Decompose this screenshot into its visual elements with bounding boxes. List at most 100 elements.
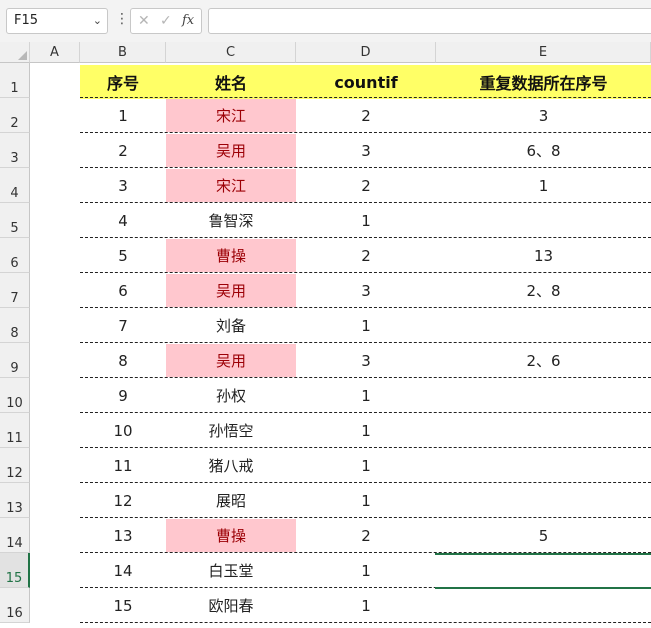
name-box[interactable]: F15 ⌄ xyxy=(6,8,108,34)
cell-countif[interactable]: 1 xyxy=(296,308,436,343)
cell-name[interactable]: 白玉堂 xyxy=(166,553,296,588)
row-header-12[interactable]: 12 xyxy=(0,448,30,483)
header-cell-4[interactable]: 重复数据所在序号 xyxy=(436,65,651,99)
row-header-9[interactable]: 9 xyxy=(0,343,30,378)
cell-countif[interactable]: 3 xyxy=(296,133,436,168)
cell-duplicate-indexes[interactable] xyxy=(436,378,651,413)
row-header-13[interactable]: 13 xyxy=(0,483,30,518)
cell-name[interactable]: 宋江 xyxy=(166,169,296,202)
cell-countif[interactable]: 1 xyxy=(296,483,436,518)
cell-duplicate-indexes[interactable]: 1 xyxy=(436,168,651,203)
cell-countif[interactable]: 2 xyxy=(296,518,436,553)
formula-input[interactable] xyxy=(208,8,651,34)
cell-duplicate-indexes[interactable]: 2、8 xyxy=(436,273,651,308)
cell-name[interactable]: 孙悟空 xyxy=(166,413,296,448)
cell-countif[interactable]: 2 xyxy=(296,238,436,273)
header-cell-3[interactable]: countif xyxy=(296,65,436,99)
cell-index[interactable]: 7 xyxy=(80,308,166,343)
row-header-2[interactable]: 2 xyxy=(0,98,30,133)
column-header-b[interactable]: B xyxy=(80,42,166,63)
cell-countif[interactable]: 1 xyxy=(296,448,436,483)
cell-countif[interactable]: 1 xyxy=(296,588,436,623)
row-header-16[interactable]: 16 xyxy=(0,588,30,623)
cell-countif[interactable]: 2 xyxy=(296,168,436,203)
row-number: 15 xyxy=(5,571,23,586)
cell-index[interactable]: 14 xyxy=(80,553,166,588)
cell-index[interactable]: 9 xyxy=(80,378,166,413)
cell-duplicate-indexes[interactable] xyxy=(436,448,651,483)
cell-name[interactable]: 展昭 xyxy=(166,483,296,518)
active-cell-selection xyxy=(435,553,651,589)
cell-name[interactable]: 猪八戒 xyxy=(166,448,296,483)
cell-countif[interactable]: 3 xyxy=(296,273,436,308)
cell-duplicate-indexes[interactable] xyxy=(436,308,651,343)
cell-index[interactable]: 8 xyxy=(80,343,166,378)
row-header-4[interactable]: 4 xyxy=(0,168,30,203)
cell-index[interactable]: 12 xyxy=(80,483,166,518)
row-border xyxy=(80,622,651,623)
row-number: 6 xyxy=(10,256,19,271)
cell-name[interactable]: 吴用 xyxy=(166,274,296,307)
column-header-a[interactable]: A xyxy=(30,42,80,63)
row-header-3[interactable]: 3 xyxy=(0,133,30,168)
header-cell-1[interactable]: 序号 xyxy=(80,65,166,99)
select-all-button[interactable] xyxy=(0,42,30,63)
chevron-down-icon[interactable]: ⌄ xyxy=(93,14,102,27)
row-number: 12 xyxy=(6,466,23,481)
cell-index[interactable]: 13 xyxy=(80,518,166,553)
cell-duplicate-indexes[interactable] xyxy=(436,203,651,238)
cancel-icon[interactable]: ✕ xyxy=(138,13,150,29)
cell-countif[interactable]: 1 xyxy=(296,413,436,448)
row-header-1[interactable]: 1 xyxy=(0,63,30,98)
row-header-11[interactable]: 11 xyxy=(0,413,30,448)
row-header-5[interactable]: 5 xyxy=(0,203,30,238)
row-header-8[interactable]: 8 xyxy=(0,308,30,343)
more-options-icon[interactable]: ⋮ xyxy=(115,11,129,27)
cell-index[interactable]: 1 xyxy=(80,98,166,133)
column-header-e[interactable]: E xyxy=(436,42,651,63)
cell-duplicate-indexes[interactable]: 3 xyxy=(436,98,651,133)
header-cell-2[interactable]: 姓名 xyxy=(166,65,296,99)
column-header-c[interactable]: C xyxy=(166,42,296,63)
cell-duplicate-indexes[interactable]: 13 xyxy=(436,238,651,273)
cell-index[interactable]: 4 xyxy=(80,203,166,238)
cell-name[interactable]: 刘备 xyxy=(166,308,296,343)
column-header-d[interactable]: D xyxy=(296,42,436,63)
cell-countif[interactable]: 1 xyxy=(296,553,436,588)
row-number: 13 xyxy=(6,501,23,516)
cell-index[interactable]: 15 xyxy=(80,588,166,623)
cell-countif[interactable]: 2 xyxy=(296,98,436,133)
cell-countif[interactable]: 3 xyxy=(296,343,436,378)
cell-name[interactable]: 鲁智深 xyxy=(166,203,296,238)
cell-name[interactable]: 吴用 xyxy=(166,344,296,377)
cell-index[interactable]: 10 xyxy=(80,413,166,448)
row-header-7[interactable]: 7 xyxy=(0,273,30,308)
row-header-6[interactable]: 6 xyxy=(0,238,30,273)
row-header-14[interactable]: 14 xyxy=(0,518,30,553)
row-number: 10 xyxy=(6,396,23,411)
cell-duplicate-indexes[interactable]: 5 xyxy=(436,518,651,553)
cell-name[interactable]: 吴用 xyxy=(166,134,296,167)
formula-buttons: ✕ ✓ fx xyxy=(130,8,202,34)
cell-name[interactable]: 宋江 xyxy=(166,99,296,132)
cell-duplicate-indexes[interactable] xyxy=(436,413,651,448)
cell-index[interactable]: 5 xyxy=(80,238,166,273)
insert-function-icon[interactable]: fx xyxy=(182,13,194,28)
row-header-10[interactable]: 10 xyxy=(0,378,30,413)
cell-duplicate-indexes[interactable] xyxy=(436,588,651,623)
cell-index[interactable]: 11 xyxy=(80,448,166,483)
cell-index[interactable]: 3 xyxy=(80,168,166,203)
cell-index[interactable]: 6 xyxy=(80,273,166,308)
cell-name[interactable]: 孙权 xyxy=(166,378,296,413)
cell-duplicate-indexes[interactable]: 6、8 xyxy=(436,133,651,168)
cell-countif[interactable]: 1 xyxy=(296,203,436,238)
cell-name[interactable]: 曹操 xyxy=(166,519,296,552)
cell-name[interactable]: 欧阳春 xyxy=(166,588,296,623)
row-header-15[interactable]: 15 xyxy=(0,553,30,588)
cell-countif[interactable]: 1 xyxy=(296,378,436,413)
cell-name[interactable]: 曹操 xyxy=(166,239,296,272)
cell-index[interactable]: 2 xyxy=(80,133,166,168)
cell-duplicate-indexes[interactable] xyxy=(436,483,651,518)
cell-duplicate-indexes[interactable]: 2、6 xyxy=(436,343,651,378)
enter-icon[interactable]: ✓ xyxy=(160,13,172,29)
